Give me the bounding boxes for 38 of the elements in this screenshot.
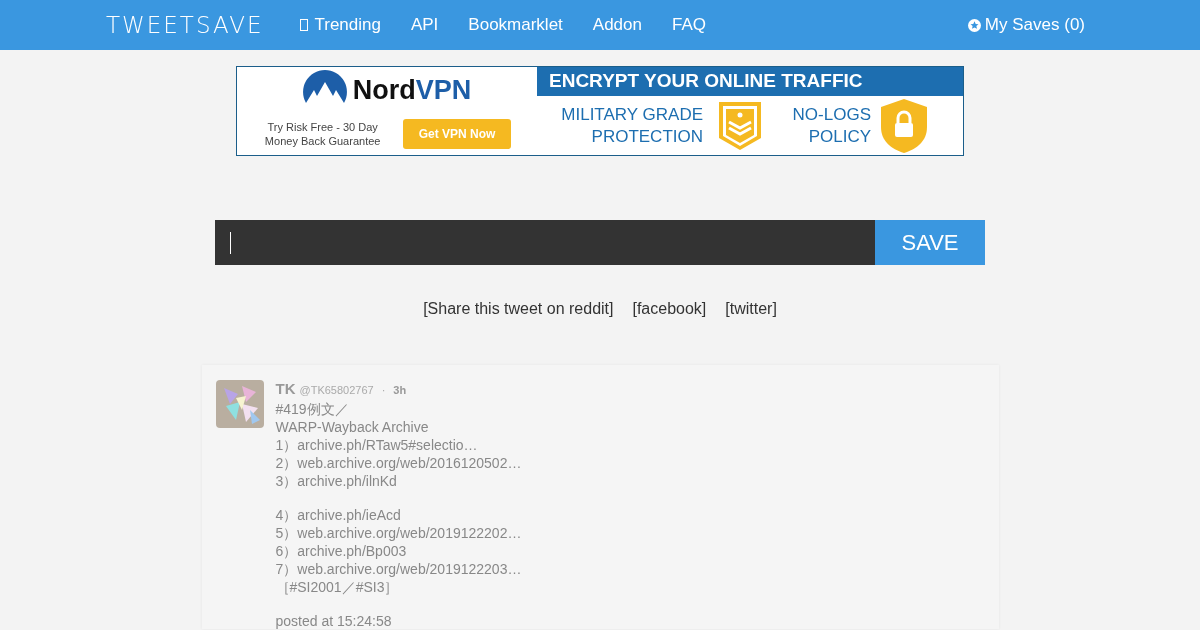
tweet-text-line: WARP-Wayback Archive [275, 418, 430, 436]
tweet-text-line: 2）web.archive.org/web/2016120502… [275, 454, 522, 472]
tweet-text-line: #419例文／ [275, 400, 350, 418]
tweet-text-line: 1）archive.ph/RTaw5#selectio… [275, 436, 479, 454]
ad-headline: ENCRYPT YOUR ONLINE TRAFFIC [537, 67, 963, 96]
tweet-text-line: 3）archive.ph/ilnKd [275, 472, 398, 490]
logo[interactable]: TWEETSAVE [106, 7, 264, 43]
save-button[interactable]: SAVE [875, 220, 985, 265]
brand-name: NordVPN [352, 74, 472, 107]
tweet-text-line: ［#SI2001／#SI3］ [275, 578, 400, 596]
author-name: TK [275, 380, 296, 398]
nav-link[interactable]: Addon [577, 12, 657, 38]
ad-tagline: Try Risk Free - 30 Day Money Back Guarantee [263, 119, 382, 148]
box-icon [300, 19, 309, 31]
nav-link[interactable]: Trending [285, 12, 396, 38]
author-handle: @TK65802767 [299, 383, 374, 398]
nav-link[interactable]: Bookmarklet [453, 12, 578, 38]
share-link[interactable]: [Share this tweet on reddit] [423, 297, 614, 321]
padlock-shield-icon [881, 98, 927, 153]
ad-banner[interactable]: NordVPN Try Risk Free - 30 Day Money Back Guarantee Get VPN Now ENCRYPT YOUR ONLINE TRAFFIC MILITARY GRADE PROTECTION NO-LOGS POLICY [236, 66, 964, 156]
get-vpn-button[interactable]: Get VPN Now [402, 118, 512, 149]
posted-time: posted at 15:24:58 [275, 612, 393, 629]
tweet-text-line: 5）web.archive.org/web/2019122202… [275, 524, 522, 542]
ad-feature-text: NO-LOGS POLICY [791, 103, 871, 148]
share-link[interactable]: [twitter] [725, 297, 777, 321]
separator-dot: · [380, 383, 387, 398]
tweet-text-line: 4）archive.ph/ieAcd [275, 506, 402, 524]
url-input-field[interactable] [215, 220, 875, 265]
share-link[interactable]: [facebook] [632, 297, 707, 321]
tweet-text-line: 7）web.archive.org/web/2019122203… [275, 560, 522, 578]
tweet-text-line: 6）archive.ph/Bp003 [275, 542, 408, 560]
star-icon [967, 18, 981, 32]
my-saves-link[interactable]: My Saves (0) [967, 12, 1085, 38]
nav-link[interactable]: API [395, 12, 454, 38]
chevron-badge-icon [717, 99, 763, 152]
ad-feature-text: MILITARY GRADE PROTECTION [560, 103, 703, 148]
tweet-age: 3h [393, 383, 407, 398]
nav-link[interactable]: FAQ [657, 12, 721, 38]
